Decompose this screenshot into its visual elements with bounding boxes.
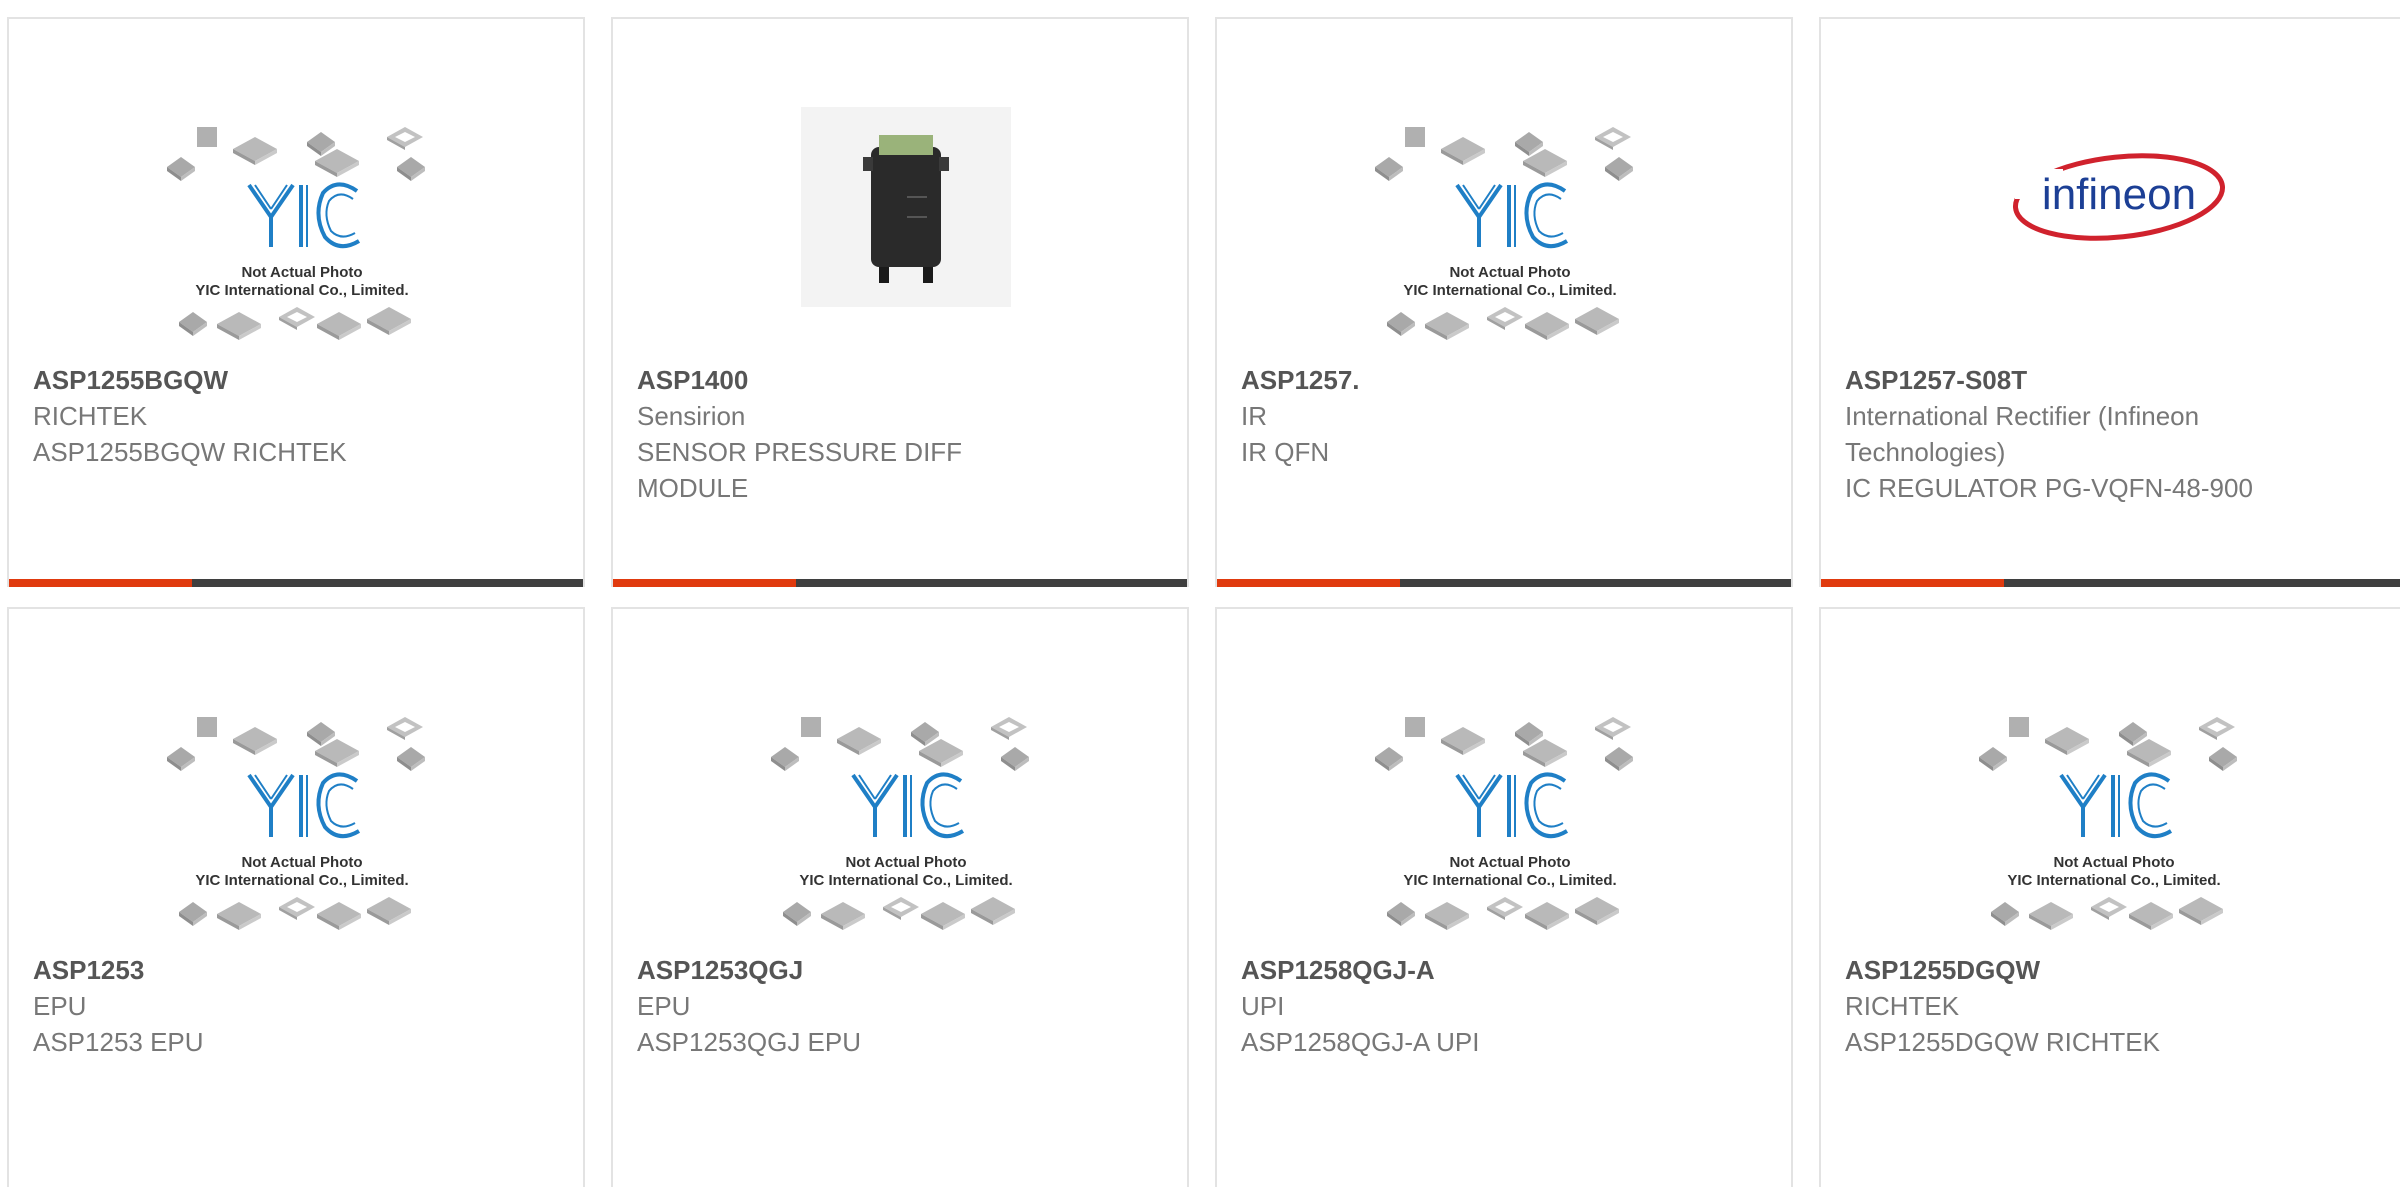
- part-number[interactable]: ASP1400: [637, 362, 1067, 398]
- product-info: ASP1255BGQW RICHTEK ASP1255BGQW RICHTEK: [33, 362, 463, 470]
- placeholder-image: Not Actual Photo YIC International Co., …: [167, 107, 437, 347]
- part-number[interactable]: ASP1253: [33, 952, 463, 988]
- description: ASP1253 EPU: [33, 1027, 204, 1057]
- part-number[interactable]: ASP1257.: [1241, 362, 1671, 398]
- svg-text:YIC International Co., Limited: YIC International Co., Limited.: [2007, 872, 2220, 889]
- placeholder-image: Not Actual Photo YIC International Co., …: [1979, 697, 2249, 937]
- manufacturer: RICHTEK: [33, 401, 148, 431]
- product-card[interactable]: Not Actual Photo YIC International Co., …: [7, 17, 585, 587]
- svg-text:Not Actual Photo: Not Actual Photo: [2053, 854, 2174, 871]
- product-card[interactable]: infineon ASP1257-S08T International Rect…: [1819, 17, 2400, 587]
- product-info: ASP1257. IR IR QFN: [1241, 362, 1671, 470]
- description: ASP1255BGQW RICHTEK: [33, 437, 347, 467]
- svg-text:YIC International Co., Limited: YIC International Co., Limited.: [195, 872, 408, 889]
- svg-text:Not Actual Photo: Not Actual Photo: [845, 854, 966, 871]
- manufacturer: UPI: [1241, 991, 1285, 1021]
- description: IR QFN: [1241, 437, 1330, 467]
- product-info: ASP1257-S08T International Rectifier (In…: [1845, 362, 2275, 506]
- part-number[interactable]: ASP1257-S08T: [1845, 362, 2275, 398]
- card-accent-bar: [1821, 579, 2004, 587]
- card-bottom-bar: [1821, 579, 2400, 587]
- placeholder-image: Not Actual Photo YIC International Co., …: [1375, 697, 1645, 937]
- description: SENSOR PRESSURE DIFF MODULE: [637, 437, 963, 503]
- description: IC REGULATOR PG-VQFN-48-900: [1845, 473, 2253, 503]
- card-bottom-bar: [9, 579, 583, 587]
- product-info: ASP1255DGQW RICHTEK ASP1255DGQW RICHTEK: [1845, 952, 2275, 1060]
- svg-text:Not Actual Photo: Not Actual Photo: [1449, 264, 1570, 281]
- chip-cluster-bottom: [179, 307, 411, 340]
- product-photo: [771, 107, 1041, 347]
- product-card[interactable]: Not Actual Photo YIC International Co., …: [611, 607, 1189, 1187]
- infineon-logo: infineon: [1979, 107, 2249, 347]
- chip-cluster-top: [167, 127, 425, 181]
- svg-text:YIC International Co., Limited: YIC International Co., Limited.: [195, 282, 408, 299]
- svg-text:YIC International Co., Limited: YIC International Co., Limited.: [1403, 282, 1616, 299]
- svg-text:YIC International Co., Limited: YIC International Co., Limited.: [799, 872, 1012, 889]
- product-info: ASP1253 EPU ASP1253 EPU: [33, 952, 463, 1060]
- manufacturer: EPU: [33, 991, 87, 1021]
- card-accent-bar: [1217, 579, 1400, 587]
- part-number[interactable]: ASP1255BGQW: [33, 362, 463, 398]
- placeholder-image: Not Actual Photo YIC International Co., …: [1375, 107, 1645, 347]
- product-card[interactable]: Not Actual Photo YIC International Co., …: [1819, 607, 2400, 1187]
- svg-text:Not Actual Photo: Not Actual Photo: [241, 854, 362, 871]
- product-info: ASP1400 Sensirion SENSOR PRESSURE DIFF M…: [637, 362, 1067, 506]
- product-card[interactable]: Not Actual Photo YIC International Co., …: [1215, 17, 1793, 587]
- part-number[interactable]: ASP1255DGQW: [1845, 952, 2275, 988]
- product-info: ASP1258QGJ-A UPI ASP1258QGJ-A UPI: [1241, 952, 1671, 1060]
- description: ASP1255DGQW RICHTEK: [1845, 1027, 2160, 1057]
- part-number[interactable]: ASP1253QGJ: [637, 952, 1067, 988]
- svg-text:Not Actual Photo: Not Actual Photo: [1449, 854, 1570, 871]
- card-accent-bar: [9, 579, 192, 587]
- description: ASP1253QGJ EPU: [637, 1027, 861, 1057]
- product-info: ASP1253QGJ EPU ASP1253QGJ EPU: [637, 952, 1067, 1060]
- placeholder-image: Not Actual Photo YIC International Co., …: [167, 697, 437, 937]
- svg-text:Not Actual Photo: Not Actual Photo: [241, 264, 362, 281]
- part-number[interactable]: ASP1258QGJ-A: [1241, 952, 1671, 988]
- manufacturer: International Rectifier (Infineon Techno…: [1845, 401, 2200, 467]
- manufacturer: Sensirion: [637, 401, 746, 431]
- product-card[interactable]: Not Actual Photo YIC International Co., …: [1215, 607, 1793, 1187]
- svg-text:YIC International Co., Limited: YIC International Co., Limited.: [1403, 872, 1616, 889]
- product-card[interactable]: ASP1400 Sensirion SENSOR PRESSURE DIFF M…: [611, 17, 1189, 587]
- manufacturer: IR: [1241, 401, 1267, 431]
- card-accent-bar: [613, 579, 796, 587]
- yic-logo-mark: [247, 182, 361, 249]
- product-grid: Not Actual Photo YIC International Co., …: [7, 17, 2400, 1187]
- manufacturer: RICHTEK: [1845, 991, 1960, 1021]
- product-card[interactable]: Not Actual Photo YIC International Co., …: [7, 607, 585, 1187]
- description: ASP1258QGJ-A UPI: [1241, 1027, 1480, 1057]
- placeholder-image: Not Actual Photo YIC International Co., …: [771, 697, 1041, 937]
- card-bottom-bar: [1217, 579, 1791, 587]
- manufacturer: EPU: [637, 991, 691, 1021]
- card-bottom-bar: [613, 579, 1187, 587]
- infineon-logo-text: infineon: [2042, 170, 2196, 219]
